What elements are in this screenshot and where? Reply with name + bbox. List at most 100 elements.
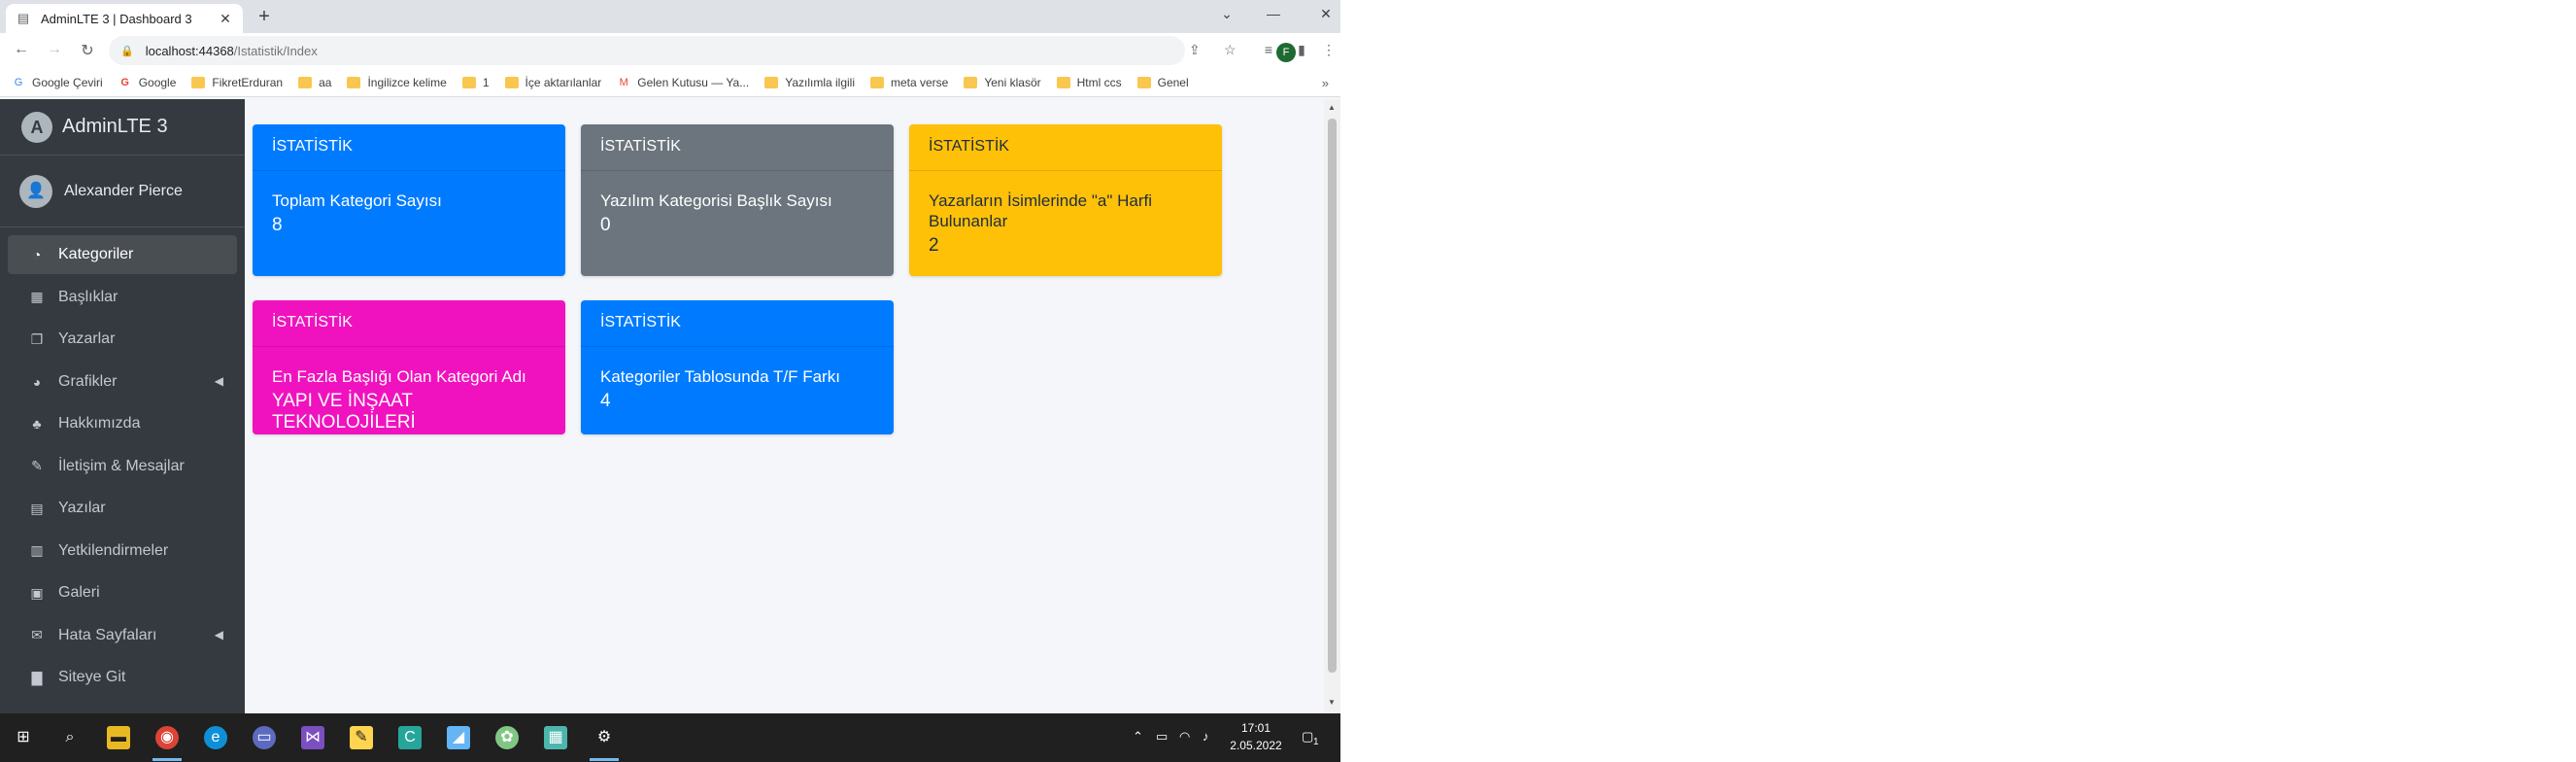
bookmark-star-icon[interactable]: ☆ (1224, 42, 1237, 58)
info-icon[interactable]: 🔒 (120, 45, 134, 57)
bookmark-item[interactable]: 1 (461, 76, 490, 89)
sidebar-item-yetkilendirmeler[interactable]: ▥ Yetkilendirmeler (8, 532, 237, 571)
bookmark-item[interactable]: M Gelen Kutusu — Ya... (617, 76, 750, 89)
screen: ▤ AdminLTE 3 | Dashboard 3 ✕ + ⌄ — ✕ ← →… (0, 0, 1340, 762)
sidebar-item-basliklar[interactable]: ▦ Başlıklar (8, 278, 237, 317)
tab-search-icon[interactable]: ⌄ (1212, 6, 1241, 22)
minimize-button[interactable]: — (1259, 6, 1288, 21)
sql-server-icon[interactable]: ✎ (350, 726, 373, 749)
sidebar-item-yazilar[interactable]: ▤ Yazılar (8, 489, 237, 528)
bookmark-item[interactable]: Yazılımla ilgili (764, 76, 855, 89)
page-scrollbar[interactable]: ▲ ▼ (1324, 99, 1340, 713)
sidebar-item-hakkimizda[interactable]: ♣ Hakkımızda (8, 404, 237, 443)
back-icon[interactable]: ← (12, 41, 31, 58)
notifications-icon[interactable]: ▢ (1302, 729, 1313, 745)
browser-menu-icon[interactable]: ⋮ (1319, 42, 1339, 58)
bookmark-label: Yeni klasör (984, 75, 1041, 89)
paint-icon[interactable]: ✿ (495, 726, 519, 749)
sidebar-item-yazarlar[interactable]: ❐ Yazarlar (8, 320, 237, 359)
scrollbar-thumb[interactable] (1328, 119, 1337, 673)
clock-time: 17:01 (1240, 721, 1271, 735)
volume-icon[interactable]: ♪ (1203, 729, 1209, 744)
sidebar-item-kategoriler[interactable]: ◔ Kategoriler (8, 235, 237, 274)
scroll-down-icon[interactable]: ▼ (1328, 698, 1336, 707)
bookmark-label: aa (319, 75, 332, 89)
calculator-icon[interactable]: ▦ (544, 726, 567, 749)
active-app-indicator (590, 758, 619, 761)
folder-icon (1056, 76, 1070, 88)
mail-icon: M (619, 76, 628, 88)
user-name[interactable]: Alexander Pierce (64, 183, 183, 200)
bookmark-item[interactable]: Html ccs (1056, 75, 1122, 89)
sidebar-item-hata-sayfalari[interactable]: ✉ Hata Sayfaları ◀ (8, 616, 237, 655)
card-value: YAPI VE İNŞAAT TEKNOLOJİLERİ (272, 391, 416, 433)
battery-icon[interactable]: ▭ (1156, 729, 1168, 745)
bookmark-label: Yazılımla ilgili (785, 75, 855, 89)
stat-card: İSTATİSTİK Yazılım Kategorisi Başlık Say… (581, 124, 894, 276)
grid-icon: ▦ (30, 289, 44, 304)
card-value: 4 (600, 391, 611, 411)
card-label: Yazarların İsimlerinde "a" Harfi Bulunan… (929, 191, 1152, 230)
notification-count: 1 (1313, 737, 1319, 747)
search-icon[interactable]: ⌕ (58, 726, 82, 749)
clock-date: 2.05.2022 (1230, 739, 1282, 752)
bookmark-item[interactable]: FikretErduran (191, 76, 283, 89)
dashboard-icon: ◔ (32, 247, 42, 262)
bookmark-item[interactable]: İngilizce kelime (347, 75, 447, 89)
bookmark-item[interactable]: aa (298, 76, 331, 89)
bookmark-item[interactable]: meta verse (870, 76, 948, 89)
bookmark-label: Html ccs (1076, 75, 1122, 89)
sidebar-item-galeri[interactable]: ▣ Galeri (8, 573, 237, 612)
file-explorer-icon[interactable]: ▬ (107, 726, 130, 749)
reload-icon[interactable]: ↻ (78, 41, 97, 60)
pen-app-icon[interactable]: ◢ (447, 726, 470, 749)
translate-icon: G (14, 76, 23, 88)
edit-icon: ✎ (31, 458, 43, 473)
settings-icon[interactable]: ⚙ (593, 726, 616, 749)
table-icon: ▤ (30, 500, 44, 516)
bookmark-label: Google (138, 75, 177, 89)
address-bar[interactable]: 🔒 localhost:44368/Istatistik/Index (109, 36, 1185, 65)
url-host: localhost:44368 (145, 43, 234, 58)
windows-start-icon[interactable]: ⊞ (12, 726, 35, 749)
stat-card: İSTATİSTİK Yazarların İsimlerinde "a" Ha… (909, 124, 1222, 276)
browser-tab-strip: ▤ AdminLTE 3 | Dashboard 3 ✕ + ⌄ — ✕ (0, 0, 1340, 33)
bookmark-label: İngilizce kelime (367, 75, 447, 89)
share-icon[interactable]: ⇪ (1189, 42, 1201, 58)
browser-tab[interactable]: ▤ AdminLTE 3 | Dashboard 3 ✕ (6, 4, 243, 33)
image-icon: ▣ (30, 584, 44, 601)
envelope-icon: ✉ (31, 627, 43, 642)
sidebar-item-label: Hata Sayfaları (58, 626, 157, 643)
forward-icon[interactable]: → (45, 41, 64, 58)
chrome-icon[interactable]: ◉ (155, 726, 179, 749)
sidebar-item-siteye-git[interactable]: ▇ Siteye Git (8, 658, 237, 697)
bookmark-item[interactable]: İçe aktarılanlar (504, 76, 601, 89)
new-tab-button[interactable]: + (254, 7, 274, 26)
bookmark-item[interactable]: Yeni klasör (964, 75, 1041, 89)
bookmark-item[interactable]: Genel (1136, 76, 1189, 89)
reading-list-icon[interactable]: ≡ (1259, 42, 1278, 57)
bookmark-item[interactable]: G Google (119, 75, 177, 89)
edge-icon[interactable]: e (204, 726, 227, 749)
bookmarks-bar: G Google Çeviri G Google FikretErduran aa … (0, 68, 1340, 97)
sidebar-item-grafikler[interactable]: ◕ Grafikler ◀ (8, 363, 237, 401)
scroll-up-icon[interactable]: ▲ (1328, 103, 1336, 112)
document-app-icon[interactable]: C (398, 726, 422, 749)
sidebar-item-iletisim[interactable]: ✎ İletişim & Mesajlar (8, 447, 237, 486)
wifi-icon[interactable]: ◠ (1179, 729, 1190, 745)
folder-icon (504, 76, 519, 88)
close-window-button[interactable]: ✕ (1311, 6, 1340, 22)
app-icon[interactable]: ▭ (253, 726, 276, 749)
page-favicon-icon: ▤ (17, 11, 30, 25)
brand-link[interactable]: A AdminLTE 3 (0, 99, 245, 156)
adminlte-logo-icon: A (21, 111, 52, 143)
sidebar-item-label: Yazılar (58, 500, 106, 516)
profile-avatar[interactable]: F (1276, 43, 1296, 62)
stat-card: İSTATİSTİK Toplam Kategori Sayısı 8 (253, 124, 565, 276)
show-hidden-icons-icon[interactable]: ⌃ (1133, 729, 1143, 745)
system-clock[interactable]: 17:01 2.05.2022 (1222, 719, 1290, 754)
close-tab-icon[interactable]: ✕ (218, 11, 233, 27)
visual-studio-icon[interactable]: ⋈ (301, 726, 324, 749)
bookmark-item[interactable]: G Google Çeviri (12, 76, 103, 89)
more-bookmarks-icon[interactable]: » (1322, 76, 1329, 90)
